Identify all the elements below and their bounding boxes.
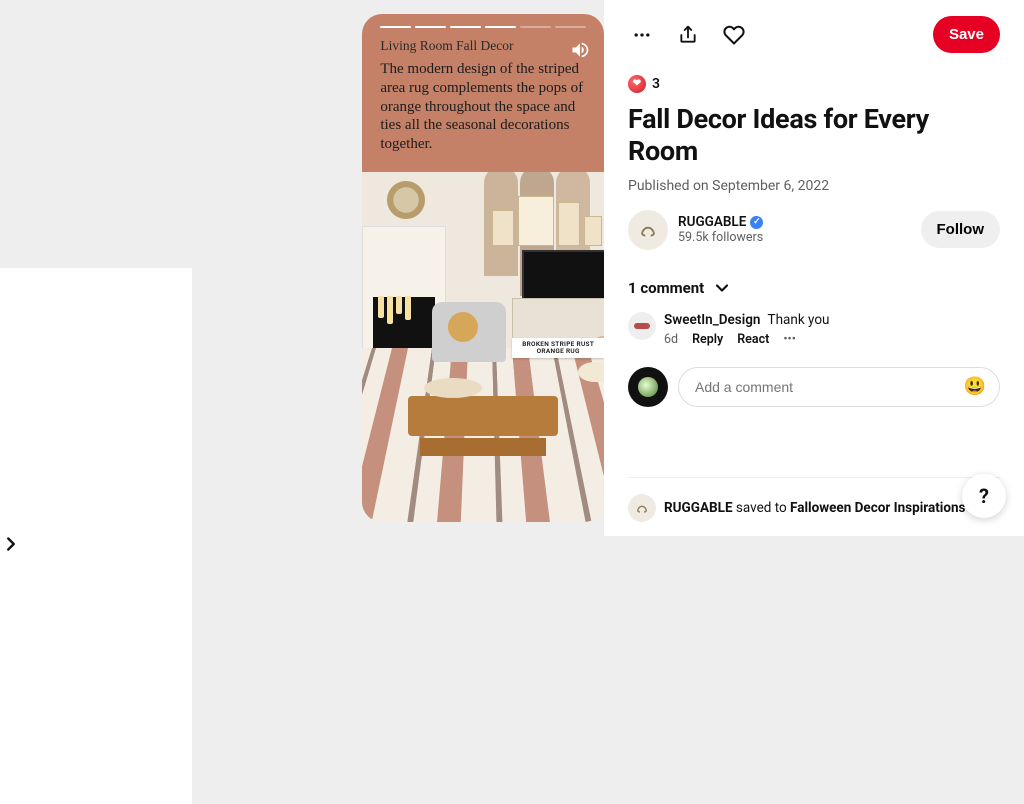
commenter-avatar[interactable]	[628, 312, 656, 340]
comment-text: Thank you	[768, 312, 830, 328]
saved-to-row[interactable]: RUGGABLE saved to Falloween Decor Inspir…	[628, 477, 1000, 536]
author-name-text: RUGGABLE	[678, 214, 746, 230]
verified-badge-icon: ✓	[750, 216, 763, 229]
story-subtitle: Living Room Fall Decor	[380, 38, 586, 54]
heart-icon[interactable]	[720, 21, 748, 49]
story-header: Living Room Fall Decor The modern design…	[362, 14, 604, 172]
heart-reaction-icon	[628, 75, 646, 93]
comment-meta: 6d Reply React •••	[664, 332, 829, 347]
author-followers: 59.5k followers	[678, 230, 763, 245]
more-options-icon[interactable]	[628, 21, 656, 49]
comment-age: 6d	[664, 332, 678, 347]
help-icon: ?	[979, 484, 989, 508]
reactions-number: 3	[652, 76, 660, 92]
author-avatar[interactable]	[628, 210, 668, 250]
details-panel: Save 3 Fall Decor Ideas for Every Room P…	[604, 0, 1024, 536]
follow-button[interactable]: Follow	[921, 211, 1001, 248]
comments-header-text: 1 comment	[628, 279, 704, 297]
chevron-down-icon	[712, 278, 732, 298]
share-icon[interactable]	[674, 21, 702, 49]
comments-toggle[interactable]: 1 comment	[628, 278, 1000, 298]
story-image: BROKEN STRIPE RUST ORANGE RUG	[362, 172, 604, 522]
reactions-count[interactable]: 3	[628, 75, 1000, 93]
comment-more-icon[interactable]: •••	[783, 332, 796, 347]
publish-date: Published on September 6, 2022	[628, 178, 1000, 194]
saved-verb: saved to	[736, 500, 787, 516]
add-comment-row: 😃	[628, 367, 1000, 407]
saved-board: Falloween Decor Inspirations	[790, 500, 965, 516]
author-info[interactable]: RUGGABLE ✓ 59.5k followers	[678, 214, 763, 245]
top-actions: Save	[628, 16, 1000, 53]
author-row: RUGGABLE ✓ 59.5k followers Follow	[628, 210, 1000, 250]
saver-avatar	[628, 494, 656, 522]
save-button[interactable]: Save	[933, 16, 1000, 53]
story-progress	[380, 26, 586, 28]
story-card[interactable]: Living Room Fall Decor The modern design…	[362, 14, 604, 522]
pin-title: Fall Decor Ideas for Every Room	[628, 103, 1000, 168]
next-slide-button[interactable]	[0, 268, 192, 804]
current-user-avatar[interactable]	[628, 367, 668, 407]
sound-icon[interactable]	[570, 40, 590, 60]
comment-item: SweetIn_Design Thank you 6d Reply React …	[628, 312, 1000, 347]
comment-reply-button[interactable]: Reply	[692, 332, 723, 347]
saver-name: RUGGABLE	[664, 500, 733, 516]
product-tag[interactable]: BROKEN STRIPE RUST ORANGE RUG	[512, 338, 604, 358]
story-body-text: The modern design of the striped area ru…	[380, 60, 586, 154]
comment-react-button[interactable]: React	[737, 332, 769, 347]
help-button[interactable]: ?	[962, 474, 1006, 518]
commenter-name[interactable]: SweetIn_Design	[664, 312, 760, 328]
story-preview-area: Living Room Fall Decor The modern design…	[0, 0, 604, 536]
comment-input[interactable]	[678, 367, 1000, 407]
